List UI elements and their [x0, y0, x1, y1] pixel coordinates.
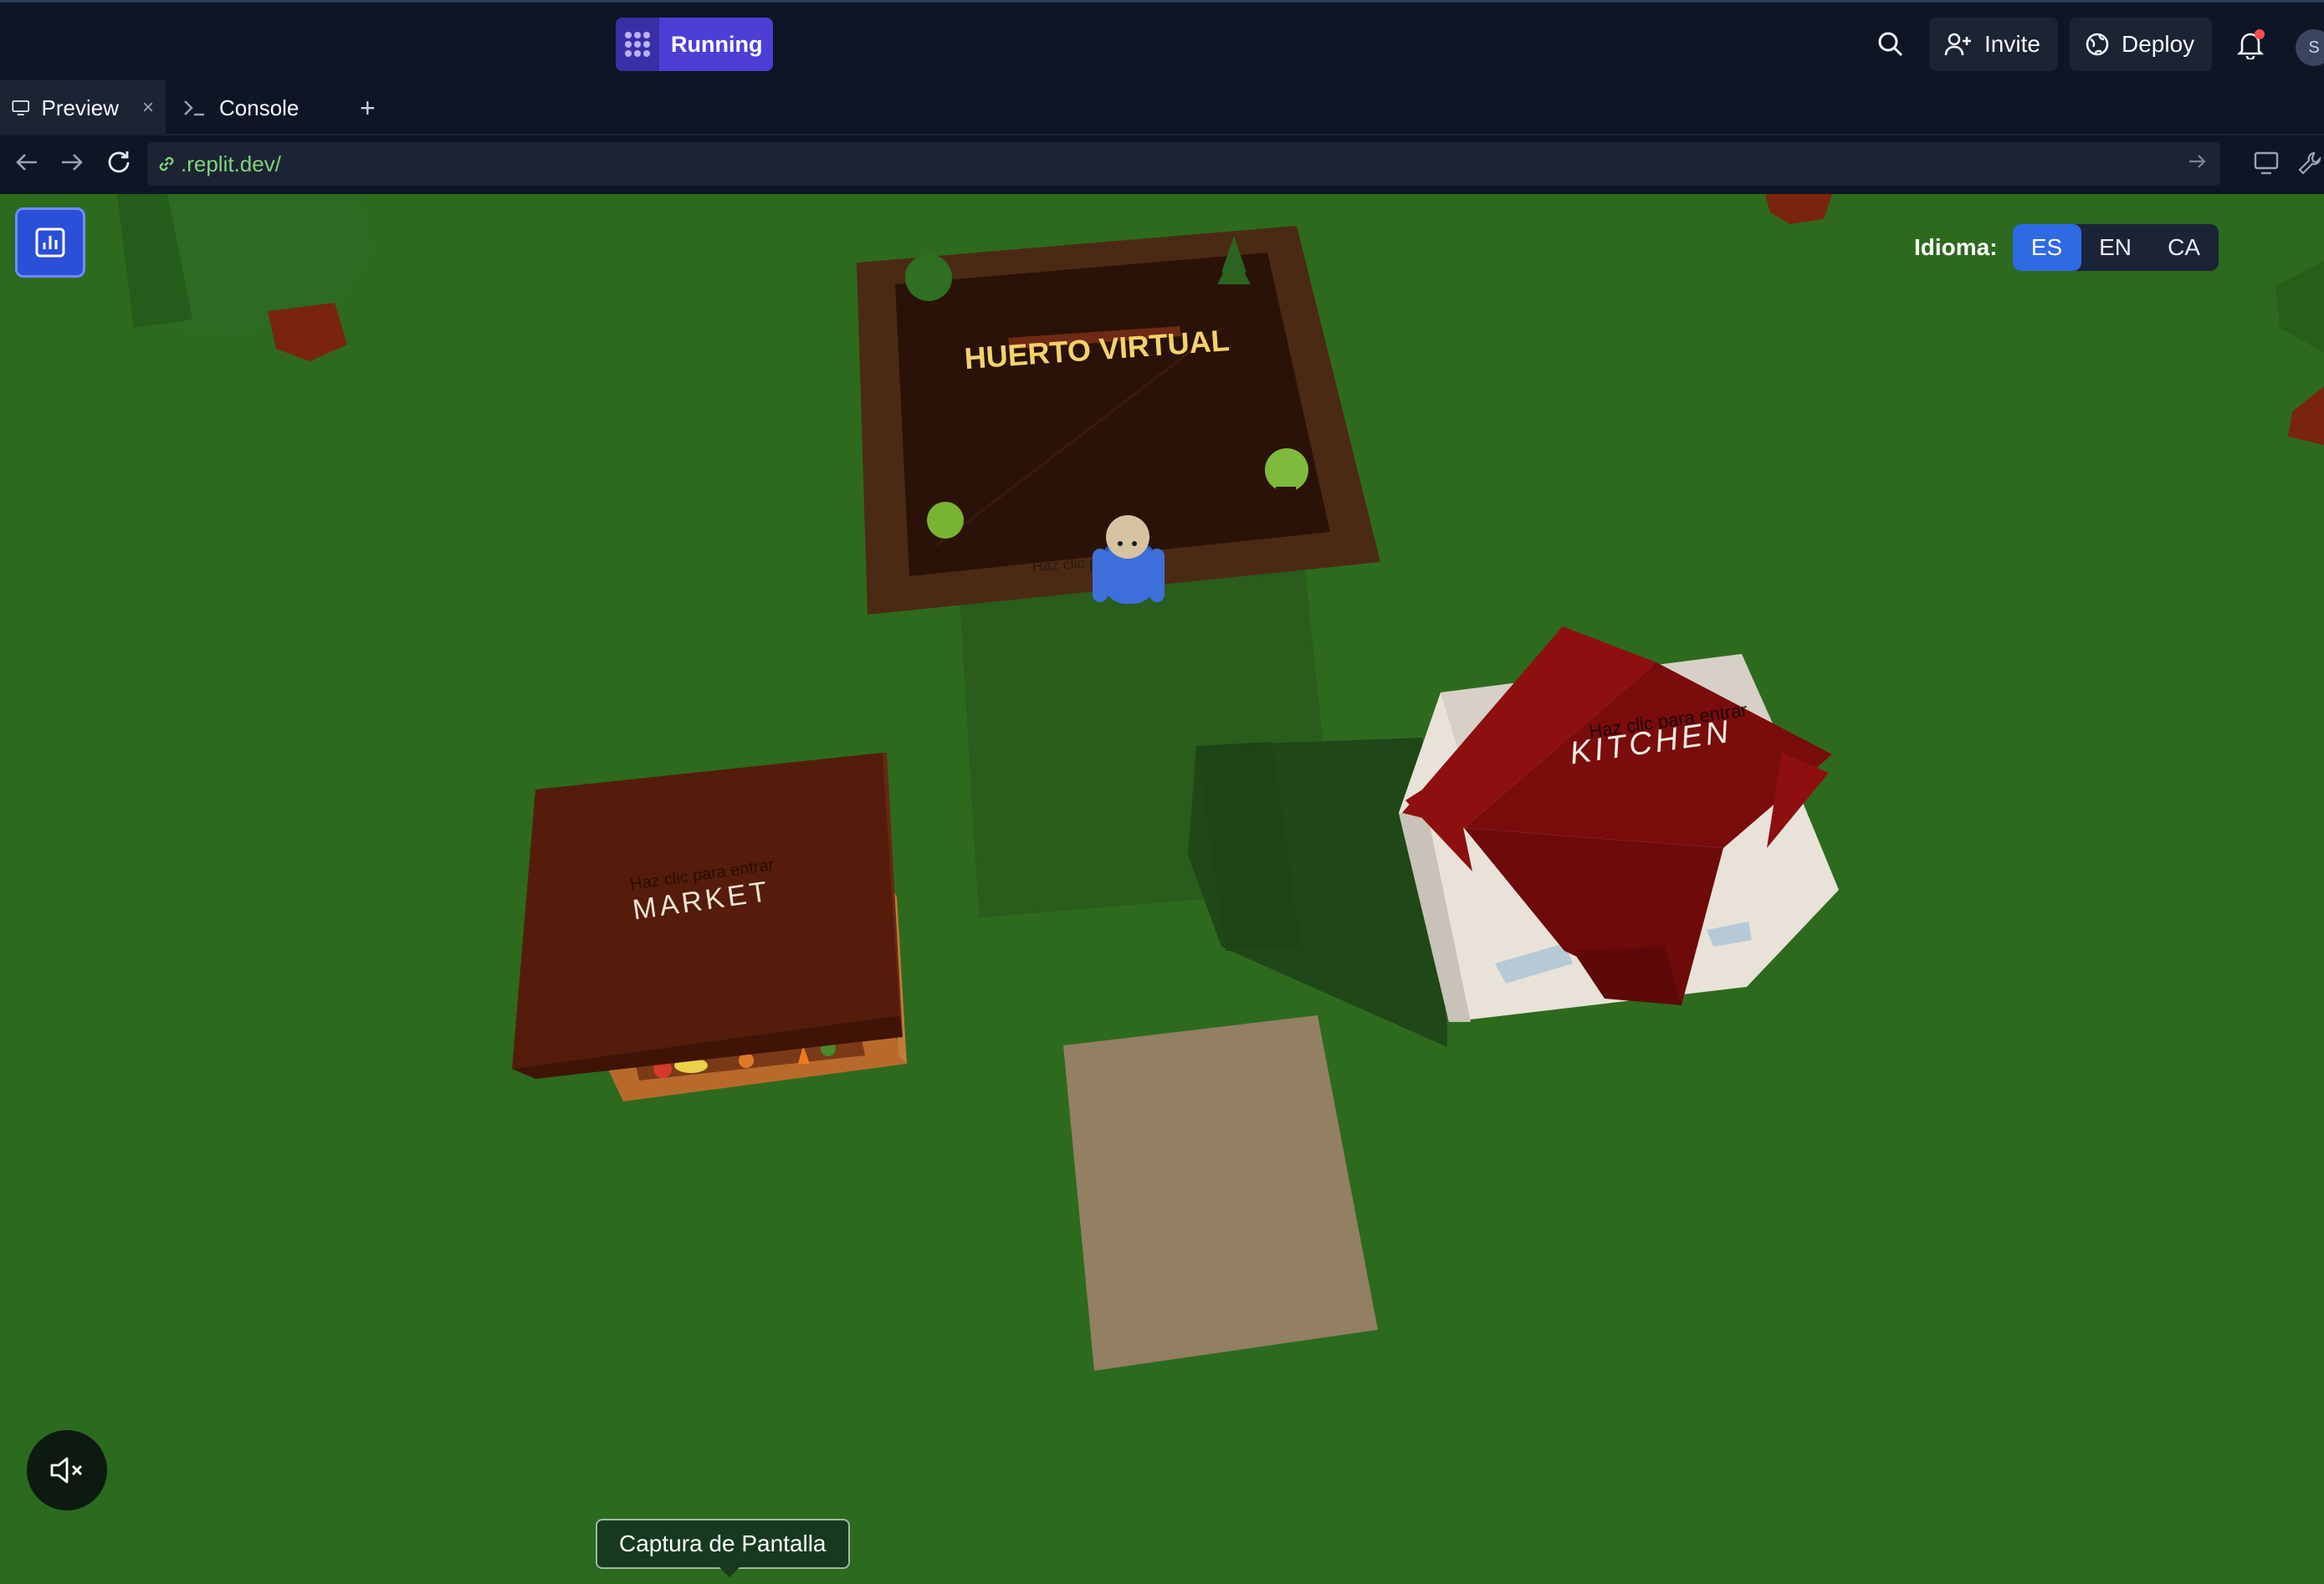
tab-console[interactable]: Console [171, 80, 335, 135]
run-label: Running [671, 31, 763, 57]
terminal-icon [184, 100, 204, 116]
language-options: ES EN CA [2012, 224, 2219, 271]
language-selector: Idioma: ES EN CA [1914, 224, 2219, 271]
url-text: .replit.dev/ [181, 151, 281, 176]
device-preview-icon[interactable] [2254, 151, 2280, 180]
run-dots-icon [616, 18, 659, 71]
close-tab-icon[interactable]: × [142, 96, 154, 120]
new-tab-plus-icon[interactable]: + [348, 80, 381, 135]
tab-console-label: Console [219, 95, 299, 120]
tab-preview-label: Preview [41, 95, 119, 120]
mute-button[interactable] [27, 1430, 107, 1510]
tab-preview[interactable]: Preview × [0, 80, 166, 135]
speaker-muted-icon [50, 1457, 82, 1484]
language-option-ca[interactable]: CA [2150, 224, 2219, 271]
language-option-es[interactable]: ES [2012, 224, 2081, 271]
devtools-wrench-icon[interactable] [2297, 151, 2324, 180]
stats-button[interactable] [15, 207, 85, 278]
search-icon[interactable] [1872, 26, 1909, 63]
url-input[interactable]: .replit.dev/ [147, 142, 2220, 186]
notifications-bell-icon[interactable] [2232, 26, 2269, 63]
run-button[interactable]: Running [616, 18, 773, 71]
game-scene: HUERTO VIRTUAL Haz clic para entrar [0, 194, 2324, 1584]
top-bar: Running Invite Deploy S [0, 0, 2324, 80]
avatar[interactable]: S [2296, 29, 2324, 66]
link-icon [159, 156, 174, 171]
invite-label: Invite [1984, 31, 2040, 57]
game-canvas[interactable]: HUERTO VIRTUAL Haz clic para entrar [0, 194, 2324, 1584]
back-arrow-icon[interactable] [13, 149, 40, 180]
deploy-label: Deploy [2122, 31, 2195, 57]
add-user-icon [1944, 33, 1971, 56]
invite-button[interactable]: Invite [1929, 18, 2058, 71]
deploy-button[interactable]: Deploy [2070, 18, 2212, 71]
forward-arrow-icon[interactable] [59, 149, 85, 180]
language-option-en[interactable]: EN [2081, 224, 2150, 271]
bar-chart-icon [35, 227, 65, 258]
tabs-bar: Preview × Console + [0, 80, 2324, 135]
monitor-icon [12, 100, 29, 115]
globe-icon [2086, 33, 2109, 56]
open-external-arrow-icon[interactable] [2187, 151, 2209, 178]
reload-icon[interactable] [105, 149, 132, 180]
screenshot-tooltip: Captura de Pantalla [596, 1519, 850, 1577]
language-label: Idioma: [1914, 234, 1998, 260]
url-bar: .replit.dev/ [0, 135, 2324, 194]
screenshot-tooltip-text: Captura de Pantalla [619, 1530, 827, 1556]
avatar-letter: S [2308, 38, 2320, 57]
market-building: Haz clic para entrar MARKET [512, 753, 907, 1101]
